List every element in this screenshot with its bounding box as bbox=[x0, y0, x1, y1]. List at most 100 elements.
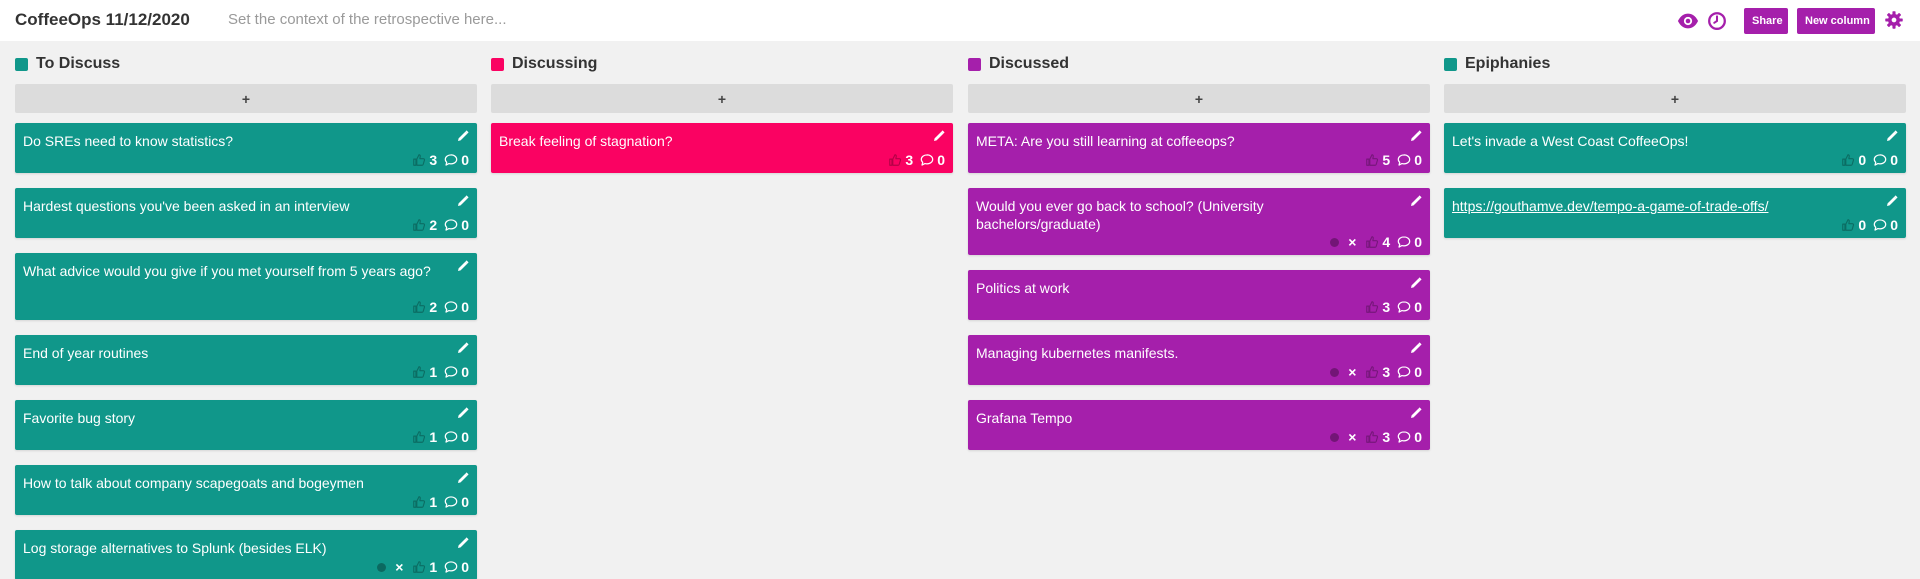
eye-icon[interactable] bbox=[1677, 10, 1699, 32]
edit-pencil-icon[interactable] bbox=[1410, 407, 1422, 419]
remove-card-button[interactable]: × bbox=[1348, 364, 1356, 380]
comment-icon[interactable] bbox=[444, 560, 458, 574]
edit-pencil-icon[interactable] bbox=[457, 537, 469, 549]
column-header: Epiphanies bbox=[1444, 54, 1906, 76]
card-text: Let's invade a West Coast CoffeeOps! bbox=[1452, 133, 1689, 149]
card-list: Break feeling of stagnation? 3 0 bbox=[491, 123, 953, 188]
column-color-swatch[interactable] bbox=[1444, 58, 1457, 71]
edit-pencil-icon[interactable] bbox=[1410, 195, 1422, 207]
comment-icon[interactable] bbox=[1873, 218, 1887, 232]
comment-count: 0 bbox=[1414, 299, 1422, 315]
edit-pencil-icon[interactable] bbox=[1410, 277, 1422, 289]
card[interactable]: What advice would you give if you met yo… bbox=[15, 253, 477, 320]
add-card-button[interactable]: + bbox=[15, 84, 477, 113]
thumbs-up-icon[interactable] bbox=[412, 495, 426, 509]
comment-count: 0 bbox=[461, 494, 469, 510]
edit-pencil-icon[interactable] bbox=[1886, 130, 1898, 142]
comment-icon[interactable] bbox=[444, 430, 458, 444]
card[interactable]: META: Are you still learning at coffeeop… bbox=[968, 123, 1430, 173]
vote-count: 1 bbox=[429, 364, 438, 380]
thumbs-up-icon[interactable] bbox=[1841, 153, 1855, 167]
add-card-button[interactable]: + bbox=[1444, 84, 1906, 113]
remove-card-button[interactable]: × bbox=[1348, 234, 1356, 250]
column-title[interactable]: Epiphanies bbox=[1465, 55, 1550, 73]
thumbs-up-icon[interactable] bbox=[412, 218, 426, 232]
new-column-button[interactable]: New column bbox=[1797, 8, 1875, 34]
card[interactable]: Politics at work 3 0 bbox=[968, 270, 1430, 320]
vote-count: 0 bbox=[1858, 217, 1867, 233]
thumbs-up-icon[interactable] bbox=[1365, 235, 1379, 249]
card-link[interactable]: https://gouthamve.dev/tempo-a-game-of-tr… bbox=[1452, 197, 1866, 215]
board-title: CoffeeOps 11/12/2020 bbox=[15, 10, 190, 29]
comment-count: 0 bbox=[1414, 234, 1422, 250]
add-card-button[interactable]: + bbox=[491, 84, 953, 113]
column-title[interactable]: Discussing bbox=[512, 55, 597, 73]
comment-icon[interactable] bbox=[444, 218, 458, 232]
vote-count: 1 bbox=[429, 429, 438, 445]
thumbs-up-icon[interactable] bbox=[1365, 300, 1379, 314]
card[interactable]: Let's invade a West Coast CoffeeOps! 0 0 bbox=[1444, 123, 1906, 173]
card[interactable]: Log storage alternatives to Splunk (besi… bbox=[15, 530, 477, 579]
comment-icon[interactable] bbox=[444, 153, 458, 167]
share-button[interactable]: Share bbox=[1744, 8, 1788, 34]
column-color-swatch[interactable] bbox=[491, 58, 504, 71]
card[interactable]: Managing kubernetes manifests. × 3 0 bbox=[968, 335, 1430, 385]
edit-pencil-icon[interactable] bbox=[457, 342, 469, 354]
comment-icon[interactable] bbox=[1397, 235, 1411, 249]
context-input[interactable]: Set the context of the retrospective her… bbox=[228, 11, 507, 28]
comment-icon[interactable] bbox=[1397, 365, 1411, 379]
add-card-button[interactable]: + bbox=[968, 84, 1430, 113]
edit-pencil-icon[interactable] bbox=[457, 407, 469, 419]
edit-pencil-icon[interactable] bbox=[1410, 130, 1422, 142]
card[interactable]: Grafana Tempo × 3 0 bbox=[968, 400, 1430, 450]
thumbs-up-icon[interactable] bbox=[412, 300, 426, 314]
column-color-swatch[interactable] bbox=[968, 58, 981, 71]
remove-card-button[interactable]: × bbox=[395, 559, 403, 575]
remove-card-button[interactable]: × bbox=[1348, 429, 1356, 445]
card-text: What advice would you give if you met yo… bbox=[23, 263, 431, 279]
edit-pencil-icon[interactable] bbox=[1886, 195, 1898, 207]
comment-icon[interactable] bbox=[1397, 430, 1411, 444]
comment-icon[interactable] bbox=[444, 495, 458, 509]
card-text: Hardest questions you've been asked in a… bbox=[23, 198, 350, 214]
column-title[interactable]: To Discuss bbox=[36, 55, 120, 73]
thumbs-up-icon[interactable] bbox=[1841, 218, 1855, 232]
edit-pencil-icon[interactable] bbox=[1410, 342, 1422, 354]
card[interactable]: https://gouthamve.dev/tempo-a-game-of-tr… bbox=[1444, 188, 1906, 238]
comment-icon[interactable] bbox=[920, 153, 934, 167]
comment-icon[interactable] bbox=[1397, 153, 1411, 167]
card[interactable]: How to talk about company scapegoats and… bbox=[15, 465, 477, 515]
comment-icon[interactable] bbox=[1397, 300, 1411, 314]
gear-icon[interactable] bbox=[1883, 9, 1905, 31]
edit-pencil-icon[interactable] bbox=[457, 472, 469, 484]
edit-pencil-icon[interactable] bbox=[933, 130, 945, 142]
card[interactable]: Hardest questions you've been asked in a… bbox=[15, 188, 477, 238]
card-footer: 30 bbox=[1365, 299, 1422, 315]
card[interactable]: End of year routines 1 0 bbox=[15, 335, 477, 385]
column-header: Discussed bbox=[968, 54, 1430, 76]
thumbs-up-icon[interactable] bbox=[1365, 365, 1379, 379]
edit-pencil-icon[interactable] bbox=[457, 130, 469, 142]
clock-icon[interactable] bbox=[1706, 10, 1728, 32]
edit-pencil-icon[interactable] bbox=[457, 195, 469, 207]
comment-icon[interactable] bbox=[444, 365, 458, 379]
card[interactable]: Break feeling of stagnation? 3 0 bbox=[491, 123, 953, 173]
thumbs-up-icon[interactable] bbox=[412, 430, 426, 444]
thumbs-up-icon[interactable] bbox=[888, 153, 902, 167]
card[interactable]: Would you ever go back to school? (Unive… bbox=[968, 188, 1430, 255]
edit-pencil-icon[interactable] bbox=[457, 260, 469, 272]
thumbs-up-icon[interactable] bbox=[412, 153, 426, 167]
thumbs-up-icon[interactable] bbox=[1365, 430, 1379, 444]
card[interactable]: Do SREs need to know statistics? 3 0 bbox=[15, 123, 477, 173]
vote-count: 3 bbox=[1382, 364, 1391, 380]
thumbs-up-icon[interactable] bbox=[412, 365, 426, 379]
thumbs-up-icon[interactable] bbox=[1365, 153, 1379, 167]
card[interactable]: Favorite bug story 1 0 bbox=[15, 400, 477, 450]
column-color-swatch[interactable] bbox=[15, 58, 28, 71]
card-footer: 30 bbox=[888, 152, 945, 168]
vote-count: 0 bbox=[1858, 152, 1867, 168]
thumbs-up-icon[interactable] bbox=[412, 560, 426, 574]
comment-icon[interactable] bbox=[1873, 153, 1887, 167]
column-title[interactable]: Discussed bbox=[989, 55, 1069, 73]
comment-icon[interactable] bbox=[444, 300, 458, 314]
